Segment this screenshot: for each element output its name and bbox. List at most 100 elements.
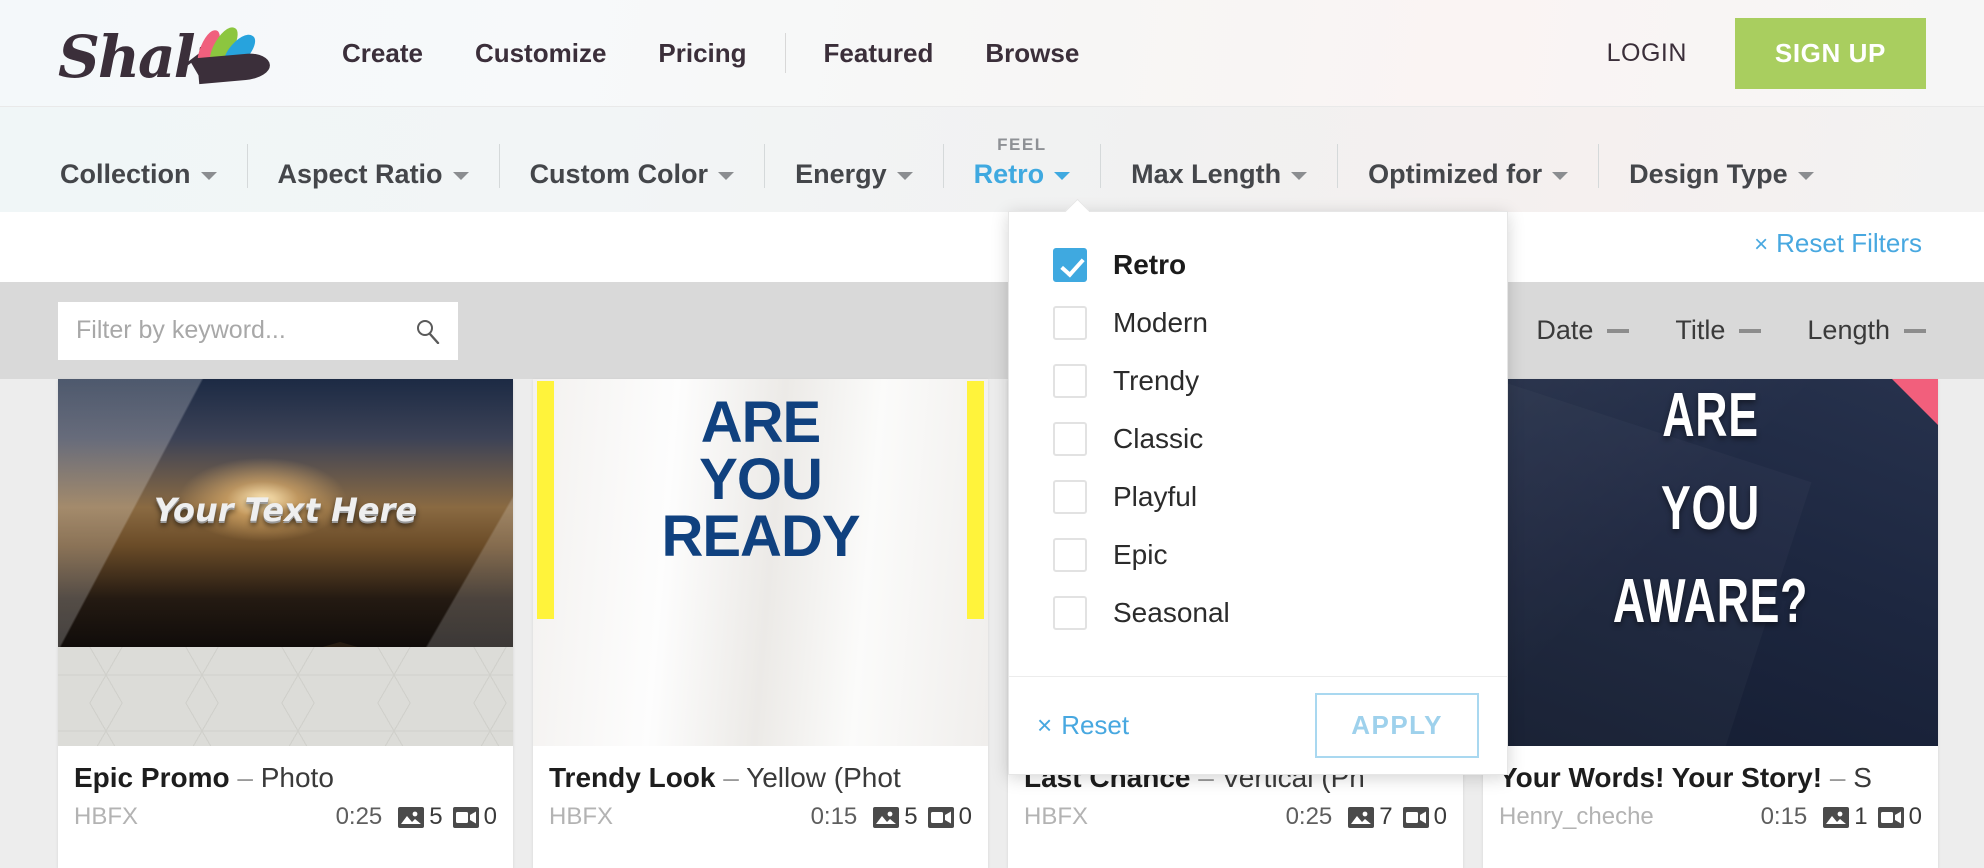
filter-energy-label: Energy [795, 159, 913, 190]
template-thumbnail[interactable]: ARE YOU READY [533, 379, 988, 746]
filter-collection[interactable]: Collection [30, 159, 247, 190]
sort-length-label: Length [1807, 315, 1890, 345]
template-duration: 0:15 [810, 803, 858, 830]
checkbox-icon[interactable] [1053, 596, 1087, 630]
sort-direction-dash-icon [1607, 328, 1630, 333]
nav-link-browse[interactable]: Browse [959, 38, 1105, 69]
dropdown-footer: × Reset APPLY [1009, 676, 1507, 774]
feel-option-list: Retro Modern Trendy Classic Playful Epic [1009, 212, 1507, 656]
checkbox-icon[interactable] [1053, 306, 1087, 340]
filter-optimized-for-label: Optimized for [1368, 159, 1569, 190]
filter-row: Collection Aspect Ratio Custom Color Ene… [0, 135, 1984, 212]
dropdown-reset-label: Reset [1061, 710, 1130, 740]
template-thumbnail[interactable]: Your Text Here [58, 379, 513, 746]
video-count: 0 [958, 803, 972, 830]
filter-design-type[interactable]: Design Type [1599, 159, 1844, 190]
photo-icon [398, 806, 425, 828]
sort-by-date[interactable]: Date [1536, 315, 1630, 346]
template-submeta: Henry_cheche 0:15 1 0 [1499, 803, 1922, 831]
reset-filters-link[interactable]: × Reset Filters [1754, 228, 1922, 259]
template-meta: Your Words! Your Story! – S Henry_cheche… [1483, 746, 1938, 847]
shakr-logo[interactable]: Shakr [58, 17, 271, 91]
checkbox-icon[interactable] [1053, 364, 1087, 398]
photo-icon [1823, 806, 1850, 828]
feel-option-classic-label: Classic [1113, 423, 1204, 454]
template-thumbnail[interactable]: ARE YOU AWARE? [1483, 379, 1938, 746]
thumbnail-overlay-text: ARE YOU READY [661, 390, 860, 569]
template-card[interactable]: ARE YOU READY Trendy Look – Yellow (Phot H… [533, 379, 988, 868]
template-author: Henry_cheche [1499, 803, 1654, 830]
video-stat: 0 [452, 803, 497, 831]
dropdown-reset-link[interactable]: × Reset [1037, 710, 1129, 741]
nav-divider [784, 33, 786, 73]
template-card[interactable]: ARE YOU AWARE? Your Words! Your Story! – S… [1483, 379, 1938, 868]
reset-filters-row: × Reset Filters [0, 212, 1984, 282]
template-stats: 0:25 7 0 [1286, 803, 1447, 831]
filter-collection-label: Collection [60, 159, 217, 190]
photo-count: 5 [904, 803, 918, 830]
feel-option-modern[interactable]: Modern [1009, 294, 1507, 352]
template-meta: Epic Promo – Photo HBFX 0:25 5 0 [58, 746, 513, 847]
feel-option-playful[interactable]: Playful [1009, 468, 1507, 526]
template-title-main: Your Words! Your Story! [1499, 762, 1823, 793]
filter-custom-color[interactable]: Custom Color [500, 159, 765, 190]
feel-filter-dropdown: Retro Modern Trendy Classic Playful Epic [1008, 211, 1508, 775]
template-stats: 0:15 1 0 [1761, 803, 1922, 831]
primary-navigation: Create Customize Pricing Featured Browse [316, 33, 1105, 73]
nav-link-featured[interactable]: Featured [798, 38, 960, 69]
filter-max-length-label: Max Length [1131, 159, 1308, 190]
triangle-pattern-placeholder [58, 647, 513, 746]
filter-feel[interactable]: FEEL Retro [944, 135, 1101, 190]
chevron-down-icon [896, 171, 913, 180]
nav-link-pricing[interactable]: Pricing [632, 38, 772, 69]
template-title-sub: S [1853, 762, 1872, 793]
video-icon [1877, 806, 1904, 828]
filter-design-type-label: Design Type [1629, 159, 1814, 190]
template-title-sub: Photo [260, 762, 334, 793]
template-title-main: Trendy Look [549, 762, 716, 793]
template-submeta: HBFX 0:15 5 0 [549, 803, 972, 831]
video-template-grid: Your Text Here Epic Promo – Photo HBFX 0… [0, 379, 1984, 868]
feel-option-trendy[interactable]: Trendy [1009, 352, 1507, 410]
filter-energy[interactable]: Energy [765, 159, 943, 190]
feel-option-classic[interactable]: Classic [1009, 410, 1507, 468]
filter-optimized-for[interactable]: Optimized for [1338, 159, 1598, 190]
checkbox-icon[interactable] [1053, 480, 1087, 514]
sort-date-label: Date [1536, 315, 1594, 345]
checkbox-icon[interactable] [1053, 538, 1087, 572]
nav-link-customize[interactable]: Customize [449, 38, 632, 69]
sort-by-length[interactable]: Length [1807, 315, 1926, 346]
nav-link-create[interactable]: Create [316, 38, 449, 69]
thumbnail-overlay-text: ARE YOU AWARE? [1612, 381, 1809, 636]
template-title: Epic Promo – Photo [74, 760, 497, 795]
photo-stat: 5 [398, 803, 443, 831]
feel-option-trendy-label: Trendy [1113, 365, 1200, 396]
filter-max-length[interactable]: Max Length [1101, 159, 1337, 190]
search-sort-bar: Date Title Length [0, 282, 1984, 379]
template-card[interactable]: Your Text Here Epic Promo – Photo HBFX 0… [58, 379, 513, 868]
search-input[interactable] [58, 301, 388, 360]
feel-option-seasonal[interactable]: Seasonal [1009, 584, 1507, 642]
logo-swoosh-icon [197, 51, 271, 85]
checkbox-icon[interactable] [1053, 422, 1087, 456]
sign-up-button[interactable]: SIGN UP [1734, 17, 1926, 89]
photo-icon [1348, 806, 1375, 828]
feel-option-playful-label: Playful [1113, 481, 1198, 512]
filter-aspect-ratio[interactable]: Aspect Ratio [248, 159, 499, 190]
template-title-sub: Yellow (Phot [746, 762, 901, 793]
login-link[interactable]: LOGIN [1607, 39, 1687, 68]
photo-stat: 7 [1348, 803, 1393, 831]
checkbox-checked-icon[interactable] [1053, 248, 1087, 282]
sort-by-title[interactable]: Title [1675, 315, 1762, 346]
template-submeta: HBFX 0:25 7 0 [1024, 803, 1447, 831]
feel-option-epic[interactable]: Epic [1009, 526, 1507, 584]
dropdown-apply-button[interactable]: APPLY [1315, 693, 1479, 758]
photo-icon [873, 806, 900, 828]
photo-count: 5 [429, 803, 443, 830]
chevron-down-icon [718, 171, 735, 180]
video-stat: 0 [927, 803, 972, 831]
feel-option-retro[interactable]: Retro [1009, 236, 1507, 294]
search-icon[interactable] [414, 318, 440, 344]
search-box[interactable] [58, 301, 458, 360]
feel-option-modern-label: Modern [1113, 307, 1208, 338]
